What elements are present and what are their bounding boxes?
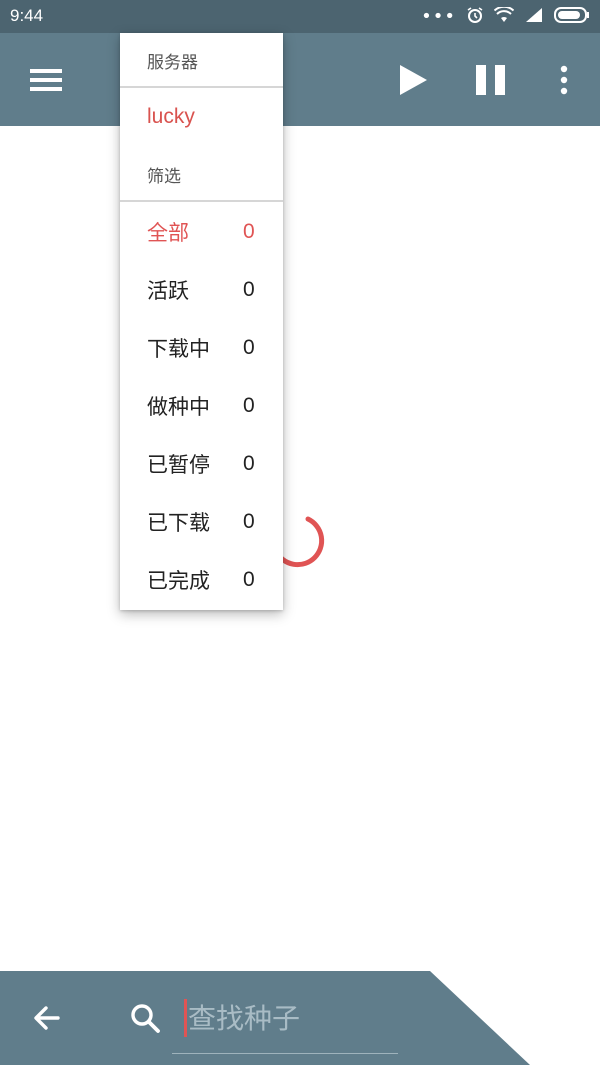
- filter-label: 已下载: [147, 511, 210, 535]
- filter-count: 0: [243, 220, 255, 243]
- filter-label: 已暂停: [147, 453, 210, 477]
- filter-count: 0: [243, 452, 255, 475]
- filter-label: 活跃: [147, 279, 189, 303]
- menu-icon: [30, 69, 62, 91]
- wifi-icon: [493, 5, 515, 27]
- filter-item-completed[interactable]: 已完成 0: [120, 551, 283, 609]
- pause-icon: [476, 65, 505, 95]
- filter-item-paused[interactable]: 已暂停 0: [120, 435, 283, 493]
- arrow-left-icon: [34, 1006, 60, 1030]
- menu-button[interactable]: [22, 60, 70, 100]
- play-button[interactable]: [393, 60, 433, 100]
- alarm-icon: [466, 6, 484, 28]
- filter-item-downloading[interactable]: 下载中 0: [120, 319, 283, 377]
- server-section-header: 服务器: [147, 52, 198, 73]
- filter-count: 0: [243, 510, 255, 533]
- filter-section-header: 筛选: [147, 166, 181, 187]
- filter-item-downloaded[interactable]: 已下载 0: [120, 493, 283, 551]
- server-item-lucky[interactable]: lucky: [147, 105, 195, 129]
- more-dots-icon: •••: [421, 6, 456, 27]
- more-vert-icon: [560, 65, 568, 95]
- signal-icon: [524, 7, 544, 27]
- search-input[interactable]: [186, 995, 410, 1041]
- status-bar: 9:44 •••: [0, 0, 600, 33]
- filter-count: 0: [243, 336, 255, 359]
- pause-button[interactable]: [470, 60, 514, 100]
- filter-label: 做种中: [147, 395, 210, 419]
- status-icons: •••: [421, 5, 590, 28]
- divider: [120, 86, 283, 88]
- play-icon: [400, 65, 427, 95]
- filter-label: 已完成: [147, 569, 210, 593]
- filter-count: 0: [243, 568, 255, 591]
- filter-count: 0: [243, 278, 255, 301]
- search-bar: [0, 971, 600, 1065]
- status-time: 9:44: [10, 6, 44, 25]
- filter-item-active[interactable]: 活跃 0: [120, 261, 283, 319]
- app-toolbar: [0, 33, 600, 126]
- filter-item-seeding[interactable]: 做种中 0: [120, 377, 283, 435]
- filter-label: 全部: [147, 221, 189, 245]
- filter-label: 下载中: [147, 337, 210, 361]
- filter-count: 0: [243, 394, 255, 417]
- search-underline: [172, 1053, 398, 1054]
- search-icon: [128, 1001, 162, 1035]
- battery-icon: [554, 7, 590, 27]
- more-options-button[interactable]: [552, 60, 576, 100]
- divider: [120, 200, 283, 202]
- filter-item-all[interactable]: 全部 0: [120, 203, 283, 261]
- back-button[interactable]: [30, 1001, 64, 1035]
- server-filter-dropdown: 服务器 lucky 筛选 全部 0 活跃 0 下载中 0 做种中 0 已暂停 0…: [120, 33, 283, 610]
